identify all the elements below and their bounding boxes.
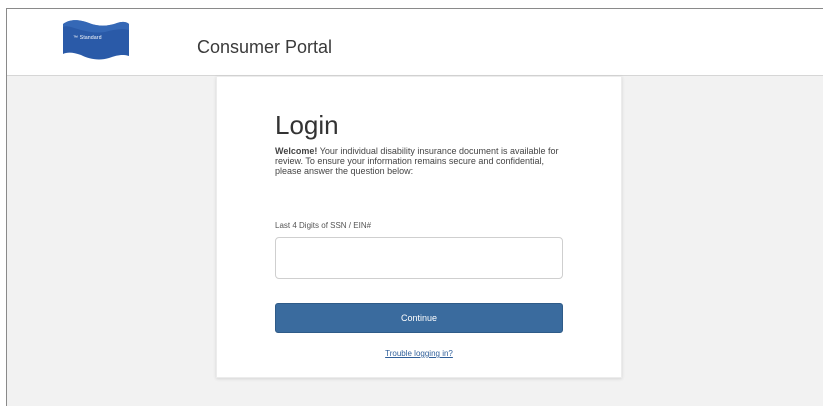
welcome-bold: Welcome! [275, 146, 318, 156]
ssn-input[interactable] [275, 237, 563, 279]
welcome-message: Welcome! Your individual disability insu… [275, 146, 565, 176]
portal-title: Consumer Portal [197, 37, 333, 57]
trouble-logging-in-link[interactable]: Trouble logging in? [217, 349, 621, 358]
ssn-field-label: Last 4 Digits of SSN / EIN# [275, 221, 372, 230]
logo-wordmark: ™ Standard [73, 35, 102, 41]
flag-logo-icon[interactable]: ™ Standard [59, 14, 133, 62]
login-card: Login Welcome! Your individual disabilit… [216, 76, 622, 378]
login-heading: Login [275, 110, 339, 140]
site-header: ™ Standard Consumer Portal [7, 9, 823, 76]
browser-frame: ™ Standard Consumer Portal Login Welcome… [6, 8, 823, 406]
continue-button[interactable]: Continue [275, 303, 563, 333]
welcome-body: Your individual disability insurance doc… [275, 146, 559, 176]
